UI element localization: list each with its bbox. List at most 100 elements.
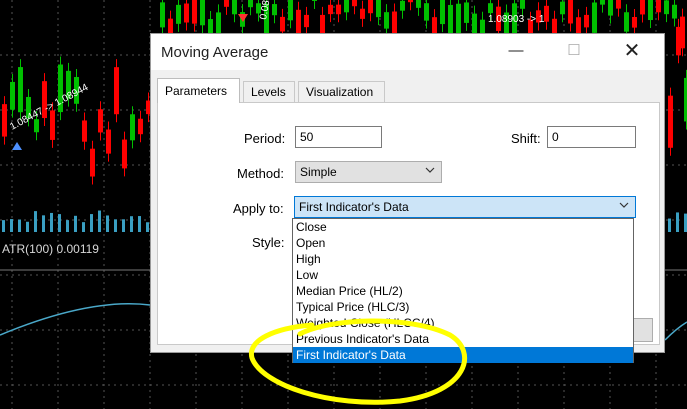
candle-body: [82, 120, 87, 142]
candle-body: [232, 0, 237, 15]
candle-body: [520, 0, 525, 9]
period-label: Period:: [244, 131, 286, 146]
apply-to-select[interactable]: First Indicator's Data: [294, 196, 636, 218]
dropdown-option-close[interactable]: Close: [293, 219, 633, 235]
candle-body: [304, 14, 309, 28]
candle-body: [560, 1, 565, 15]
candle-body: [50, 110, 55, 140]
buy-arrow-icon: [12, 142, 22, 150]
dropdown-option-first-indicator-data[interactable]: First Indicator's Data: [293, 347, 633, 363]
candle-body: [200, 0, 205, 26]
chevron-down-icon: [425, 167, 435, 173]
candle-body: [608, 0, 613, 16]
candle-body: [224, 0, 229, 7]
candle-body: [106, 129, 111, 154]
candle-body: [400, 0, 405, 11]
candle-body: [18, 67, 23, 113]
dropdown-option-typical-price[interactable]: Typical Price (HLC/3): [293, 299, 633, 315]
candle-body: [416, 0, 421, 8]
histogram-bar: [106, 215, 109, 232]
maximize-button[interactable]: ☐: [551, 34, 597, 70]
candle-body: [488, 3, 493, 14]
candle-body: [288, 0, 293, 21]
candle-body: [600, 0, 605, 5]
candle-body: [392, 11, 397, 36]
histogram-bar: [122, 219, 125, 232]
candle-body: [10, 81, 15, 110]
candle-body: [376, 0, 381, 18]
candle-body: [312, 0, 317, 1]
close-button[interactable]: ✕: [609, 34, 655, 70]
histogram-bar: [10, 219, 13, 232]
candle-body: [352, 0, 357, 7]
histogram-bar: [2, 220, 5, 232]
candle-body: [640, 0, 645, 15]
candle-body: [160, 2, 165, 28]
candle-body: [176, 4, 181, 24]
histogram-bar: [34, 211, 37, 232]
candle-body: [624, 12, 629, 32]
price-arrow-label: 1.08903 -> 1: [488, 14, 545, 25]
candle-body: [464, 2, 469, 23]
candle-body: [130, 114, 135, 141]
candle-body: [656, 0, 661, 13]
apply-to-label: Apply to:: [233, 201, 284, 216]
histogram-bar: [98, 210, 101, 232]
tab-parameters[interactable]: Parameters: [157, 78, 240, 103]
candle-body: [632, 17, 637, 28]
histogram-bar: [146, 222, 149, 232]
histogram-bar: [676, 212, 679, 232]
candle-body: [440, 0, 445, 25]
candle-body: [384, 12, 389, 29]
dropdown-option-low[interactable]: Low: [293, 267, 633, 283]
candle-body: [676, 26, 681, 56]
candle-body: [336, 4, 341, 15]
candle-body: [122, 139, 127, 169]
minimize-button[interactable]: —: [493, 34, 539, 70]
candle-body: [448, 4, 453, 36]
histogram-bar: [130, 216, 133, 232]
candle-body: [272, 4, 277, 16]
candle-body: [592, 2, 597, 33]
candle-body: [192, 0, 197, 24]
apply-to-select-value: First Indicator's Data: [299, 200, 409, 214]
shift-label: Shift:: [511, 131, 541, 146]
dialog-title: Moving Average: [161, 44, 269, 61]
method-select-value: Simple: [300, 165, 337, 179]
shift-input[interactable]: 0: [547, 126, 636, 148]
candle-body: [648, 0, 653, 21]
candle-body: [90, 148, 95, 177]
dropdown-option-previous-indicator-data[interactable]: Previous Indicator's Data: [293, 331, 633, 347]
histogram-bar: [138, 216, 141, 232]
candle-body: [544, 5, 549, 22]
candle-body: [98, 109, 103, 133]
candle-body: [672, 4, 677, 19]
candle-body: [616, 0, 621, 9]
sell-arrow-icon: [238, 14, 248, 22]
candle-body: [328, 4, 333, 15]
histogram-bar: [42, 215, 45, 232]
candle-body: [668, 95, 673, 148]
histogram-bar: [26, 221, 29, 232]
histogram-bar: [82, 222, 85, 232]
chevron-down-icon: [619, 202, 629, 208]
candle-body: [424, 3, 429, 21]
histogram-bar: [58, 214, 61, 232]
histogram-bar: [74, 215, 77, 232]
dialog-titlebar: Moving Average — ☐ ✕: [151, 34, 664, 70]
candle-body: [344, 0, 349, 13]
candle-body: [2, 104, 7, 137]
price-arrow-label: 0.0837: [258, 0, 274, 21]
tab-levels[interactable]: Levels: [243, 81, 295, 102]
atr-indicator-label: ATR(100) 0.00119: [2, 242, 99, 256]
dropdown-option-weighted-close[interactable]: Weighted Close (HLCC/4): [293, 315, 633, 331]
candle-body: [408, 0, 413, 3]
dropdown-option-open[interactable]: Open: [293, 235, 633, 251]
histogram-bar: [50, 212, 53, 232]
dropdown-option-median-price[interactable]: Median Price (HL/2): [293, 283, 633, 299]
method-select[interactable]: Simple: [295, 161, 442, 183]
tab-visualization[interactable]: Visualization: [298, 81, 385, 102]
period-input[interactable]: 50: [295, 126, 382, 148]
candle-body: [184, 3, 189, 23]
dropdown-option-high[interactable]: High: [293, 251, 633, 267]
